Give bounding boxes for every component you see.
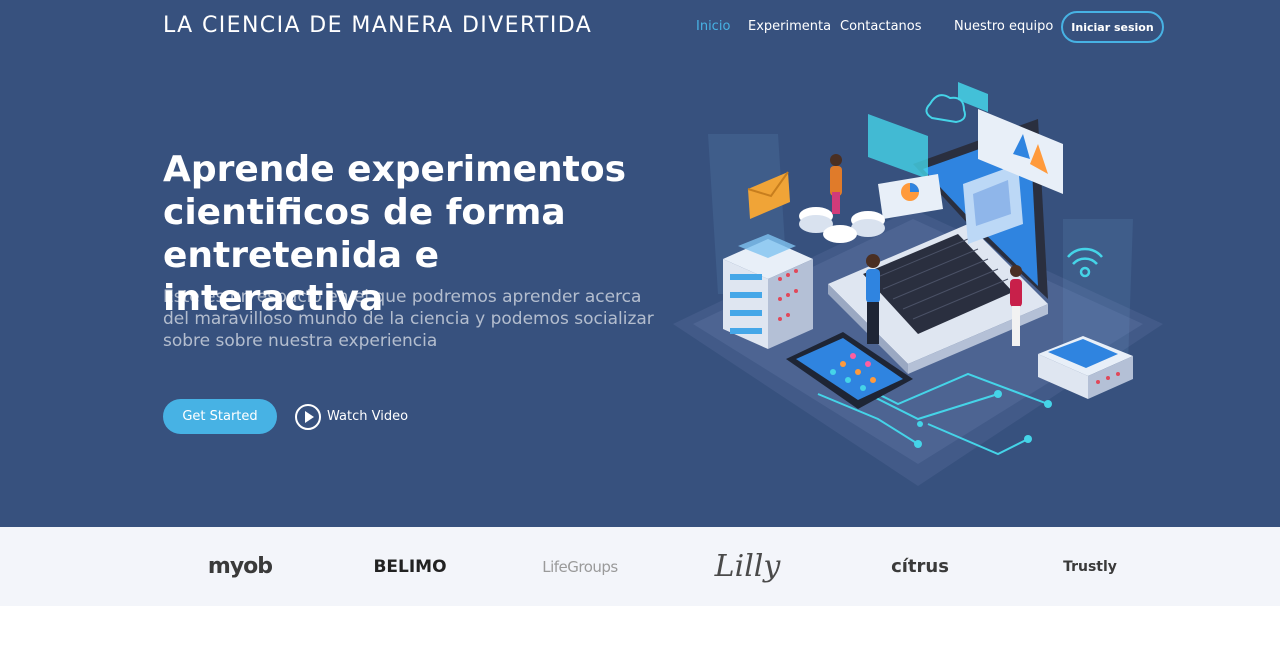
client-logo-myob: myob	[207, 554, 273, 579]
client-logo-trustly: Trustly	[1063, 558, 1117, 575]
nav-nuestro-equipo[interactable]: Nuestro equipo	[954, 19, 1053, 34]
get-started-button[interactable]: Get Started	[163, 399, 277, 434]
clients-strip: myob BELIMO LifeGroups Lilly cítrus Trus…	[0, 527, 1280, 606]
watch-video-link[interactable]: Watch Video	[295, 403, 408, 430]
play-icon	[295, 403, 321, 430]
login-button[interactable]: Iniciar sesion	[1061, 11, 1164, 43]
hero-subtitle: Este es un espacio en el que podremos ap…	[163, 287, 654, 351]
nav-experimenta[interactable]: Experimenta	[748, 19, 831, 34]
client-logo-belimo: BELIMO	[373, 556, 447, 577]
client-logo-citrus: cítrus	[891, 556, 949, 577]
site-brand[interactable]: LA CIENCIA DE MANERA DIVERTIDA	[163, 13, 592, 38]
watch-video-label: Watch Video	[327, 409, 409, 424]
hero-section: LA CIENCIA DE MANERA DIVERTIDA Inicio Ex…	[0, 0, 1280, 527]
hero-illustration	[673, 82, 1163, 486]
nav-contactanos[interactable]: Contactanos	[840, 19, 922, 34]
client-logo-lifegroups: LifeGroups	[542, 557, 618, 576]
client-logo-lilly: Lilly	[714, 549, 781, 584]
nav-inicio[interactable]: Inicio	[696, 19, 730, 34]
